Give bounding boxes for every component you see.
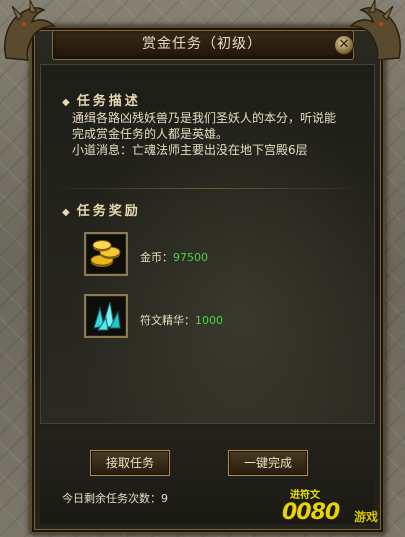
rune-essence-label: 符文精华： (140, 314, 195, 327)
rune-essence-value: 1000 (195, 314, 223, 327)
gold-reward: 金币：97500 (140, 249, 208, 265)
rune-essence-reward: 符文精华：1000 (140, 312, 223, 328)
gold-coins-slot[interactable] (84, 232, 128, 276)
description-line: 完成赏金任务的人都是英雄。 (72, 127, 229, 141)
gold-reward-label: 金币： (140, 251, 173, 264)
remaining-tasks-count: 9 (161, 492, 168, 505)
watermark-logo: 0080 (282, 500, 340, 525)
close-button[interactable]: ✕ (334, 35, 354, 55)
dragon-ornament-left-icon (4, 0, 56, 61)
watermark-sub-text: 进符文 (290, 490, 320, 501)
diamond-bullet-icon: ◆ (62, 207, 73, 218)
task-description: 通缉各路凶残妖兽乃是我们圣妖人的本分，听说能 完成赏金任务的人都是英雄。 小道消… (72, 110, 372, 158)
dragon-ornament-right-icon (349, 0, 401, 61)
description-line: 小道消息：亡魂法师主要出没在地下宫殿6层 (72, 143, 308, 157)
window-title: 赏金任务（初级） (142, 36, 262, 52)
remaining-tasks-label: 今日剩余任务次数： (62, 492, 161, 505)
rune-essence-slot[interactable] (84, 294, 128, 338)
watermark-suffix: 游戏 (354, 510, 379, 524)
instant-complete-button[interactable]: 一键完成 (228, 450, 308, 476)
diamond-bullet-icon: ◆ (62, 97, 73, 108)
accept-task-button[interactable]: 接取任务 (90, 450, 170, 476)
description-section-header: ◆ 任务描述 (62, 90, 141, 109)
gold-coins-icon (90, 240, 121, 267)
gold-reward-value: 97500 (173, 251, 208, 264)
rune-crystal-icon (93, 301, 121, 331)
rewards-header-text: 任务奖励 (76, 204, 141, 219)
remaining-tasks-status: 今日剩余任务次数：9 (62, 490, 168, 506)
section-divider (48, 188, 368, 189)
rewards-section-header: ◆ 任务奖励 (62, 200, 141, 219)
description-header-text: 任务描述 (76, 94, 141, 109)
description-line: 通缉各路凶残妖兽乃是我们圣妖人的本分，听说能 (72, 111, 337, 125)
